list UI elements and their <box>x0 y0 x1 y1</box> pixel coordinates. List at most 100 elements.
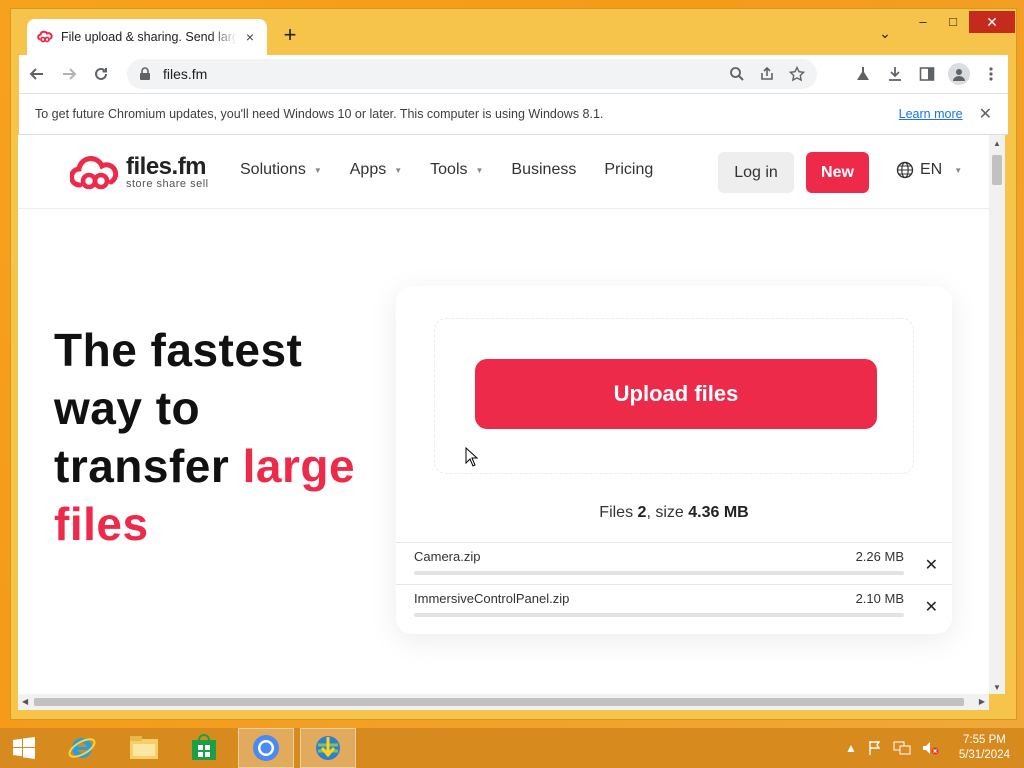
caret-down-icon: ▼ <box>954 165 963 175</box>
clock-time: 7:55 PM <box>963 734 1006 746</box>
site-logo[interactable]: files.fm store share sell <box>70 155 209 191</box>
browser-toolbar: files.fm <box>19 55 1008 93</box>
address-bar[interactable]: files.fm <box>127 59 817 89</box>
taskbar-chromium[interactable] <box>238 728 294 768</box>
files-fm-favicon-icon <box>37 30 53 43</box>
url-text[interactable]: files.fm <box>163 66 729 82</box>
total-size: 4.36 MB <box>688 504 749 521</box>
infobar-close-icon[interactable]: ✕ <box>979 104 992 124</box>
start-button[interactable] <box>0 728 48 768</box>
action-center-flag-icon[interactable] <box>867 740 883 756</box>
nav-item-solutions[interactable]: Solutions ▼ <box>240 161 322 179</box>
main-nav: Solutions ▼ Apps ▼ Tools ▼ Business Pric… <box>240 161 653 179</box>
side-panel-icon <box>919 67 935 81</box>
reload-icon <box>95 67 107 80</box>
chromium-icon <box>253 735 279 761</box>
file-size: 2.26 MB <box>855 549 904 564</box>
nav-item-tools[interactable]: Tools ▼ <box>430 161 483 179</box>
taskbar: ▲ 7:55 PM 5/31/2024 <box>0 728 1024 768</box>
scroll-up-icon[interactable]: ▲ <box>993 139 1001 148</box>
forward-button[interactable] <box>55 60 83 88</box>
side-panel-button[interactable] <box>916 63 938 85</box>
nav-item-label: Pricing <box>604 161 654 178</box>
file-name: ImmersiveControlPanel.zip <box>414 591 570 606</box>
taskbar-file-explorer[interactable] <box>116 728 172 768</box>
file-progress-bar <box>414 613 904 617</box>
taskbar-download-manager[interactable] <box>300 728 356 768</box>
upload-files-button[interactable]: Upload files <box>475 359 877 429</box>
caret-down-icon: ▼ <box>394 165 403 175</box>
system-clock[interactable]: 7:55 PM 5/31/2024 <box>959 733 1010 763</box>
minimize-button[interactable]: – <box>907 11 939 33</box>
nav-item-label: Solutions <box>240 161 306 178</box>
remove-file-icon[interactable]: ✕ <box>925 555 938 575</box>
system-tray: ▲ 7:55 PM 5/31/2024 <box>845 728 1010 768</box>
scroll-right-icon[interactable]: ▶ <box>979 697 985 706</box>
file-name: Camera.zip <box>414 549 481 564</box>
star-icon[interactable] <box>789 66 805 82</box>
logo-tagline: store share sell <box>126 178 209 190</box>
volume-muted-icon[interactable] <box>921 740 939 756</box>
download-icon <box>889 67 901 81</box>
caret-down-icon: ▼ <box>475 165 484 175</box>
summary-mid: , size <box>646 504 684 521</box>
learn-more-link[interactable]: Learn more <box>899 107 963 121</box>
zoom-icon[interactable] <box>729 66 745 82</box>
downloads-button[interactable] <box>884 63 906 85</box>
language-label: EN <box>920 161 943 178</box>
site-info-icon[interactable] <box>139 67 151 81</box>
taskbar-store[interactable] <box>176 728 232 768</box>
store-icon <box>192 734 216 760</box>
back-button[interactable] <box>23 60 51 88</box>
login-button[interactable]: Log in <box>718 152 794 193</box>
tab-title: File upload & sharing. Send large files <box>61 30 237 44</box>
back-icon <box>29 68 43 80</box>
browser-tab[interactable]: File upload & sharing. Send large files … <box>27 19 267 55</box>
tab-close-icon[interactable]: × <box>243 29 257 45</box>
scroll-thumb[interactable] <box>34 698 964 706</box>
reload-button[interactable] <box>87 60 115 88</box>
drop-zone[interactable]: Upload files <box>434 318 914 474</box>
files-fm-cloud-logo-icon <box>70 156 119 190</box>
clock-date: 5/31/2024 <box>958 749 1010 761</box>
nav-item-business[interactable]: Business <box>511 161 576 179</box>
close-window-button[interactable]: ✕ <box>969 11 1015 33</box>
tab-search-button[interactable]: ⌄ <box>873 25 897 49</box>
caret-down-icon: ▼ <box>313 165 322 175</box>
browser-menu-button[interactable] <box>980 63 1002 85</box>
nav-item-label: Business <box>511 161 577 178</box>
nav-item-label: Tools <box>430 161 468 178</box>
labs-button[interactable] <box>852 63 874 85</box>
scroll-left-icon[interactable]: ◀ <box>22 697 28 706</box>
menu-icon <box>989 67 993 81</box>
summary-prefix: Files <box>599 504 634 521</box>
share-icon[interactable] <box>759 66 775 82</box>
nav-item-pricing[interactable]: Pricing <box>604 161 653 179</box>
nav-item-apps[interactable]: Apps ▼ <box>350 161 402 179</box>
upload-summary: Files 2, size 4.36 MB <box>396 504 952 522</box>
windows-start-icon <box>13 737 35 759</box>
hero-line: The fastest <box>54 324 303 376</box>
horizontal-scrollbar[interactable]: ◀ ▶ <box>18 694 989 710</box>
profile-button[interactable] <box>948 63 970 85</box>
language-selector[interactable]: EN ▼ <box>896 161 962 179</box>
labs-icon <box>857 67 869 80</box>
infobar-message: To get future Chromium updates, you'll n… <box>35 107 604 121</box>
remove-file-icon[interactable]: ✕ <box>925 597 938 617</box>
scroll-down-icon[interactable]: ▼ <box>993 683 1001 692</box>
maximize-button[interactable]: □ <box>937 11 969 33</box>
vertical-scrollbar[interactable]: ▲ ▼ <box>989 135 1005 694</box>
show-hidden-icons-icon[interactable]: ▲ <box>845 741 857 755</box>
new-tab-button[interactable]: + <box>277 23 303 49</box>
file-row: Camera.zip 2.26 MB ✕ <box>396 542 952 584</box>
new-button[interactable]: New <box>806 152 869 193</box>
profile-icon <box>953 69 965 81</box>
update-infobar: To get future Chromium updates, you'll n… <box>19 93 1008 135</box>
file-progress-bar <box>414 571 904 575</box>
file-row: ImmersiveControlPanel.zip 2.10 MB ✕ <box>396 584 952 626</box>
network-icon[interactable] <box>893 740 911 756</box>
hero-text: transfer <box>54 440 230 492</box>
scroll-thumb[interactable] <box>992 155 1002 185</box>
mouse-cursor-icon <box>465 447 479 467</box>
taskbar-internet-explorer[interactable] <box>54 728 110 768</box>
